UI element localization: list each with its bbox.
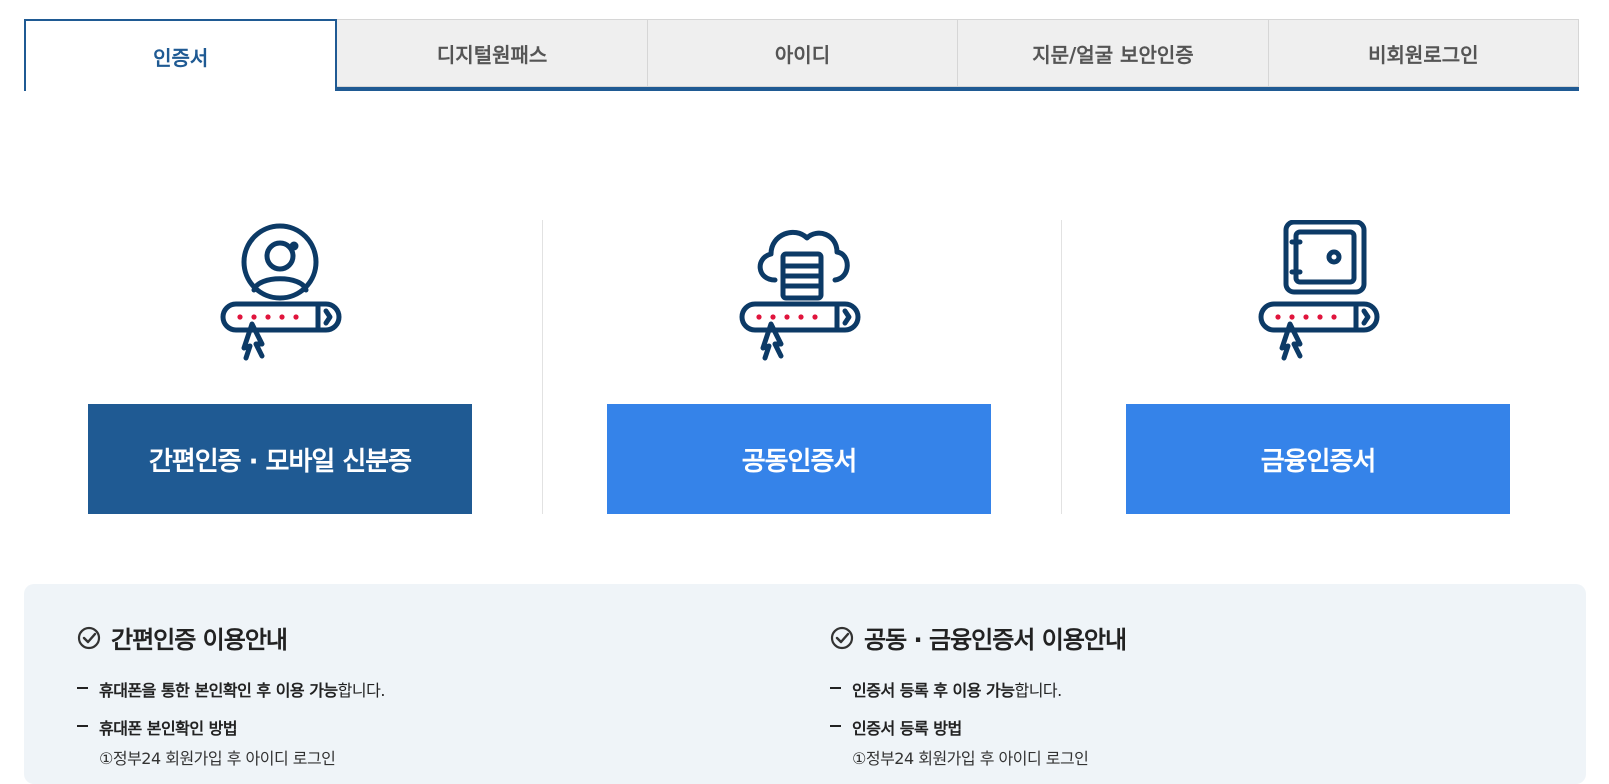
certificate-guide: 공동 · 금융인증서 이용안내 인증서 등록 후 이용 가능합니다. 인증서 등… — [830, 620, 1127, 783]
check-circle-icon — [830, 626, 854, 649]
auth-option-simple: 간편인증 · 모바일 신분증 — [24, 220, 542, 514]
guide-title: 간편인증 이용안내 — [111, 626, 288, 654]
guide-list: 휴대폰을 통한 본인확인 후 이용 가능합니다. 휴대폰 본인확인 방법 ①정부2… — [77, 677, 385, 769]
auth-option-financial: 금융인증서 — [1062, 220, 1580, 514]
simple-auth-button[interactable]: 간편인증 · 모바일 신분증 — [88, 404, 472, 514]
list-item: 인증서 등록 후 이용 가능합니다. — [830, 677, 1126, 701]
simple-auth-guide: 간편인증 이용안내 휴대폰을 통한 본인확인 후 이용 가능합니다. 휴대폰 본… — [77, 620, 385, 783]
auth-options: 간편인증 · 모바일 신분증 공동인증서 금융인증서 — [24, 220, 1580, 514]
list-item: 휴대폰을 통한 본인확인 후 이용 가능합니다. — [77, 677, 385, 701]
auth-option-joint: 공동인증서 — [543, 220, 1061, 514]
tab-certificate[interactable]: 인증서 — [24, 19, 338, 91]
tab-biometric[interactable]: 지문/얼굴 보안인증 — [958, 19, 1269, 87]
usage-guide: 간편인증 이용안내 휴대폰을 통한 본인확인 후 이용 가능합니다. 휴대폰 본… — [24, 584, 1586, 784]
guide-list: 인증서 등록 후 이용 가능합니다. 인증서 등록 방법 ①정부24 회원가입 후… — [830, 677, 1126, 769]
tab-digital-onepass[interactable]: 디지털원패스 — [337, 19, 648, 87]
tab-guest-login[interactable]: 비회원로그인 — [1268, 19, 1580, 87]
check-circle-icon — [77, 626, 101, 649]
joint-certificate-button[interactable]: 공동인증서 — [607, 404, 991, 514]
guide-title: 공동 · 금융인증서 이용안내 — [864, 626, 1127, 654]
safe-password-icon — [1258, 220, 1380, 361]
cloud-server-password-icon — [739, 230, 861, 361]
user-profile-password-icon — [220, 223, 342, 361]
tab-id[interactable]: 아이디 — [647, 19, 959, 87]
financial-certificate-button[interactable]: 금융인증서 — [1126, 404, 1510, 514]
login-method-tabs: 인증서 디지털원패스 아이디 지문/얼굴 보안인증 비회원로그인 — [24, 19, 1580, 91]
